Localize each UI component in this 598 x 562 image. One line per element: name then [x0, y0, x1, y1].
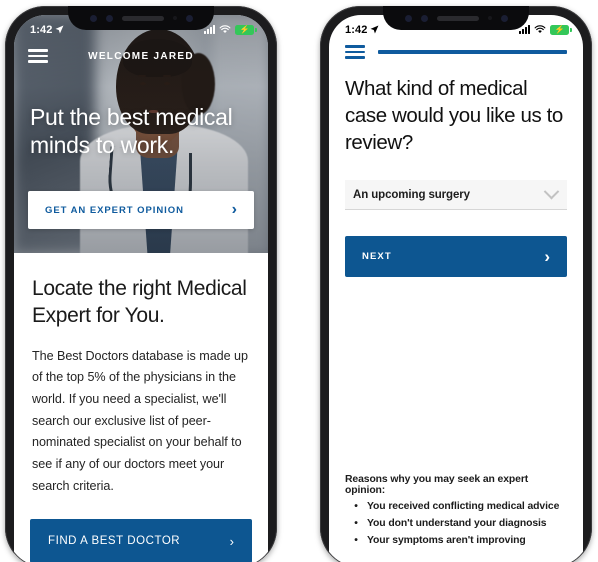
chevron-right-icon: ›	[544, 247, 550, 267]
case-type-selected-value: An upcoming surgery	[353, 188, 470, 201]
reason-text: You don't understand your diagnosis	[367, 518, 547, 530]
get-expert-opinion-button[interactable]: GET AN EXPERT OPINION ›	[28, 191, 254, 229]
reason-text: Your symptoms aren't improving	[367, 535, 526, 547]
volume-up-button[interactable]	[320, 102, 321, 126]
bullet-icon: •	[354, 518, 358, 530]
list-item: • You don't understand your diagnosis	[345, 516, 567, 533]
home-content: Locate the right Medical Expert for You.…	[14, 253, 268, 562]
power-button[interactable]	[591, 124, 592, 176]
wifi-icon	[219, 25, 231, 33]
reasons-section: Reasons why you may seek an expert opini…	[345, 474, 567, 550]
find-a-best-doctor-label: FIND A BEST DOCTOR	[48, 535, 181, 548]
get-expert-opinion-label: GET AN EXPERT OPINION	[45, 204, 184, 216]
list-item: • Your symptoms aren't improving	[345, 533, 567, 550]
chevron-right-icon: ›	[231, 201, 237, 218]
hero-navbar: WELCOME JARED	[14, 41, 268, 71]
phone-device-questionnaire: 1:42 ⚡ What kind of medical case would y…	[320, 6, 592, 562]
status-time: 1:42	[30, 23, 53, 36]
welcome-label: WELCOME JARED	[88, 50, 194, 62]
status-indicators: ⚡	[519, 24, 572, 35]
volume-up-button[interactable]	[5, 102, 6, 126]
phone-screen-questionnaire: 1:42 ⚡ What kind of medical case would y…	[329, 15, 583, 562]
hero-section: 1:42 ⚡ WELCOME JARED Put the best medica…	[14, 15, 268, 253]
device-notch	[68, 6, 214, 30]
reasons-title: Reasons why you may seek an expert opini…	[345, 474, 529, 497]
location-arrow-icon	[55, 25, 64, 34]
bullet-icon: •	[354, 535, 358, 547]
next-button-label: NEXT	[362, 251, 392, 263]
page-title: Locate the right Medical Expert for You.	[32, 277, 247, 328]
questionnaire-content: What kind of medical case would you like…	[329, 59, 583, 278]
volume-down-button[interactable]	[5, 134, 6, 174]
list-item: • You received conflicting medical advic…	[345, 499, 567, 516]
status-time-group: 1:42	[345, 24, 379, 36]
status-time-group: 1:42	[30, 24, 64, 36]
status-indicators: ⚡	[204, 24, 257, 35]
hero-headline: Put the best medical minds to work.	[30, 104, 233, 159]
location-arrow-icon	[370, 25, 379, 34]
status-time: 1:42	[345, 23, 368, 36]
phone-screen-home: 1:42 ⚡ WELCOME JARED Put the best medica…	[14, 15, 268, 562]
phone-device-home: 1:42 ⚡ WELCOME JARED Put the best medica…	[5, 6, 277, 562]
find-a-best-doctor-button[interactable]: FIND A BEST DOCTOR ›	[30, 519, 252, 562]
hamburger-menu-icon[interactable]	[345, 45, 365, 59]
wifi-icon	[534, 25, 546, 33]
description-paragraph: The Best Doctors database is made up of …	[32, 348, 248, 493]
screenshot-stage: 1:42 ⚡ WELCOME JARED Put the best medica…	[0, 0, 598, 562]
chevron-down-icon	[543, 184, 560, 200]
reason-text: You received conflicting medical advice	[367, 501, 560, 513]
chevron-right-icon: ›	[229, 533, 234, 549]
next-button[interactable]: NEXT ›	[345, 236, 567, 278]
volume-down-button[interactable]	[320, 134, 321, 174]
battery-charging-icon: ⚡	[550, 24, 572, 35]
device-notch	[383, 6, 529, 30]
question-title: What kind of medical case would you like…	[345, 76, 563, 155]
power-button[interactable]	[276, 124, 277, 176]
bullet-icon: •	[354, 501, 358, 513]
progress-bar	[378, 49, 567, 54]
case-type-select[interactable]: An upcoming surgery	[345, 180, 567, 211]
battery-charging-icon: ⚡	[235, 24, 257, 35]
